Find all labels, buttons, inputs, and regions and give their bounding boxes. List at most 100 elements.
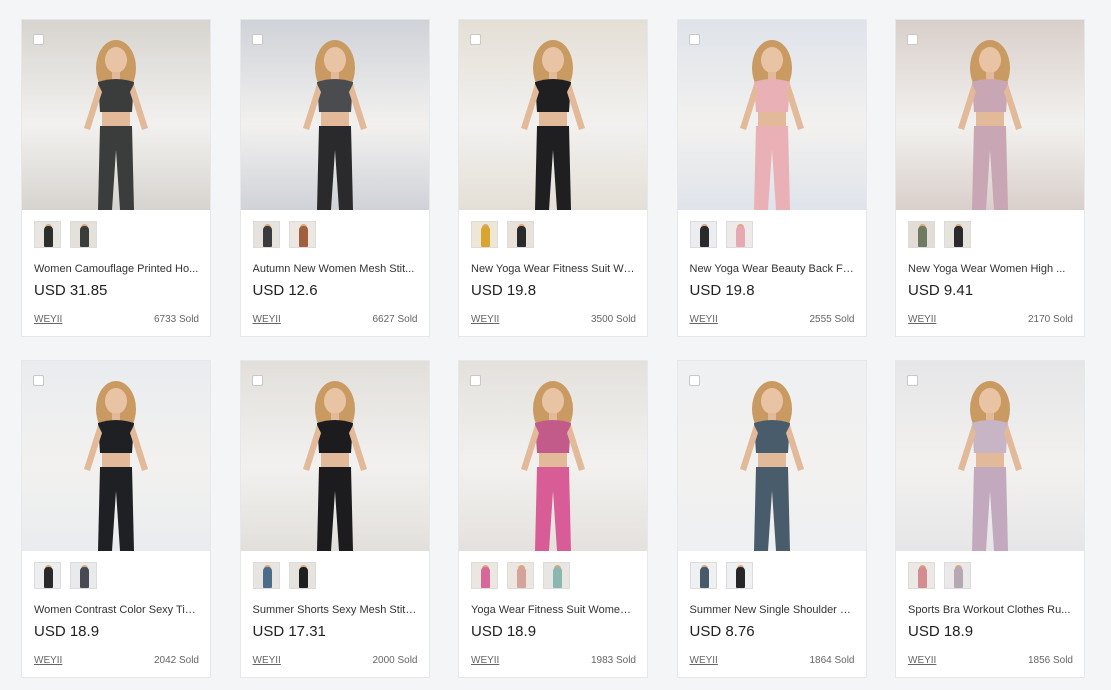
product-card-10[interactable]: Sports Bra Workout Clothes Ru... USD 18.… [895,360,1085,678]
product-image[interactable] [240,20,429,210]
select-checkbox[interactable] [33,375,44,386]
sold-count: 1864 Sold [809,655,855,666]
product-price: USD 17.31 [252,623,326,640]
product-card-8[interactable]: Yoga Wear Fitness Suit Women ... USD 18.… [458,360,648,678]
model-figure [958,40,1022,210]
select-checkbox[interactable] [470,375,481,386]
model-figure [302,40,367,210]
product-card-1[interactable]: Women Camouflage Printed Ho... USD 31.85… [21,19,211,337]
product-image[interactable] [459,361,647,551]
variant-thumbnail[interactable] [507,562,534,589]
brand-link[interactable]: WEYII [34,655,62,666]
sold-count: 2555 Sold [809,314,855,325]
variant-thumbnails [34,562,97,589]
product-title[interactable]: Autumn New Women Mesh Stit... [253,263,419,275]
brand-link[interactable]: WEYII [908,314,936,325]
brand-link[interactable]: WEYII [690,655,718,666]
product-title[interactable]: New Yoga Wear Women High ... [908,263,1074,275]
variant-thumbnail[interactable] [725,221,753,248]
variant-thumbnail[interactable] [288,562,316,589]
select-checkbox[interactable] [251,34,263,45]
product-image[interactable] [240,361,429,551]
sold-count: 6627 Sold [372,314,418,325]
product-image[interactable] [677,361,866,551]
sold-count: 1856 Sold [1027,655,1073,666]
variant-thumbnails [908,221,971,248]
variant-thumbnails [471,221,534,248]
product-image[interactable] [677,20,866,210]
model-figure [739,40,804,210]
product-price: USD 31.85 [34,282,108,299]
product-image[interactable] [22,20,210,210]
product-image[interactable] [896,361,1084,551]
variant-thumbnails [689,221,753,248]
product-title[interactable]: Women Contrast Color Sexy Tig... [34,604,200,616]
product-card-2[interactable]: Autumn New Women Mesh Stit... USD 12.6 W… [239,19,430,337]
brand-link[interactable]: WEYII [471,314,499,325]
model-figure [302,381,367,551]
brand-link[interactable]: WEYII [34,314,62,325]
product-image[interactable] [896,20,1084,210]
product-title[interactable]: Summer Shorts Sexy Mesh Stitc... [253,604,419,616]
product-price: USD 19.8 [689,282,755,299]
brand-link[interactable]: WEYII [690,314,718,325]
product-image[interactable] [459,20,647,210]
variant-thumbnail[interactable] [70,221,97,248]
variant-thumbnail[interactable] [471,221,498,248]
product-card-4[interactable]: New Yoga Wear Beauty Back Fit... USD 19.… [676,19,867,337]
select-checkbox[interactable] [907,34,918,45]
model-figure [84,40,148,210]
product-title[interactable]: Yoga Wear Fitness Suit Women ... [471,604,637,616]
select-checkbox[interactable] [907,375,918,386]
model-figure [521,381,585,551]
product-title[interactable]: Women Camouflage Printed Ho... [34,263,200,275]
product-card-5[interactable]: New Yoga Wear Women High ... USD 9.41 WE… [895,19,1085,337]
product-title[interactable]: Summer New Single Shoulder S... [690,604,856,616]
product-title[interactable]: New Yoga Wear Fitness Suit Wo... [471,263,637,275]
product-card-6[interactable]: Women Contrast Color Sexy Tig... USD 18.… [21,360,211,678]
variant-thumbnails [252,562,316,589]
variant-thumbnail[interactable] [543,562,570,589]
brand-link[interactable]: WEYII [253,314,281,325]
product-card-7[interactable]: Summer Shorts Sexy Mesh Stitc... USD 17.… [239,360,430,678]
variant-thumbnail[interactable] [70,562,97,589]
variant-thumbnail[interactable] [908,221,935,248]
select-checkbox[interactable] [251,375,263,386]
brand-link[interactable]: WEYII [253,655,281,666]
variant-thumbnail[interactable] [252,562,280,589]
product-price: USD 18.9 [34,623,100,640]
variant-thumbnail[interactable] [689,221,717,248]
model-figure [739,381,804,551]
variant-thumbnail[interactable] [507,221,534,248]
variant-thumbnail[interactable] [288,221,316,248]
variant-thumbnail[interactable] [725,562,753,589]
product-card-3[interactable]: New Yoga Wear Fitness Suit Wo... USD 19.… [458,19,648,337]
variant-thumbnail[interactable] [944,562,971,589]
product-price: USD 9.41 [908,282,974,299]
variant-thumbnail[interactable] [34,562,61,589]
brand-link[interactable]: WEYII [471,655,499,666]
select-checkbox[interactable] [470,34,481,45]
product-card-9[interactable]: Summer New Single Shoulder S... USD 8.76… [676,360,867,678]
variant-thumbnails [471,562,570,589]
variant-thumbnails [908,562,971,589]
variant-thumbnail[interactable] [908,562,935,589]
product-title[interactable]: New Yoga Wear Beauty Back Fit... [690,263,856,275]
product-price: USD 8.76 [689,623,755,640]
variant-thumbnail[interactable] [944,221,971,248]
variant-thumbnail[interactable] [34,221,61,248]
select-checkbox[interactable] [33,34,44,45]
product-image[interactable] [22,361,210,551]
product-title[interactable]: Sports Bra Workout Clothes Ru... [908,604,1074,616]
variant-thumbnail[interactable] [689,562,717,589]
variant-thumbnails [252,221,316,248]
sold-count: 2042 Sold [153,655,199,666]
select-checkbox[interactable] [688,34,700,45]
product-price: USD 18.9 [908,623,974,640]
select-checkbox[interactable] [688,375,700,386]
variant-thumbnail[interactable] [252,221,280,248]
sold-count: 6733 Sold [153,314,199,325]
brand-link[interactable]: WEYII [908,655,936,666]
variant-thumbnail[interactable] [471,562,498,589]
sold-count: 2000 Sold [372,655,418,666]
